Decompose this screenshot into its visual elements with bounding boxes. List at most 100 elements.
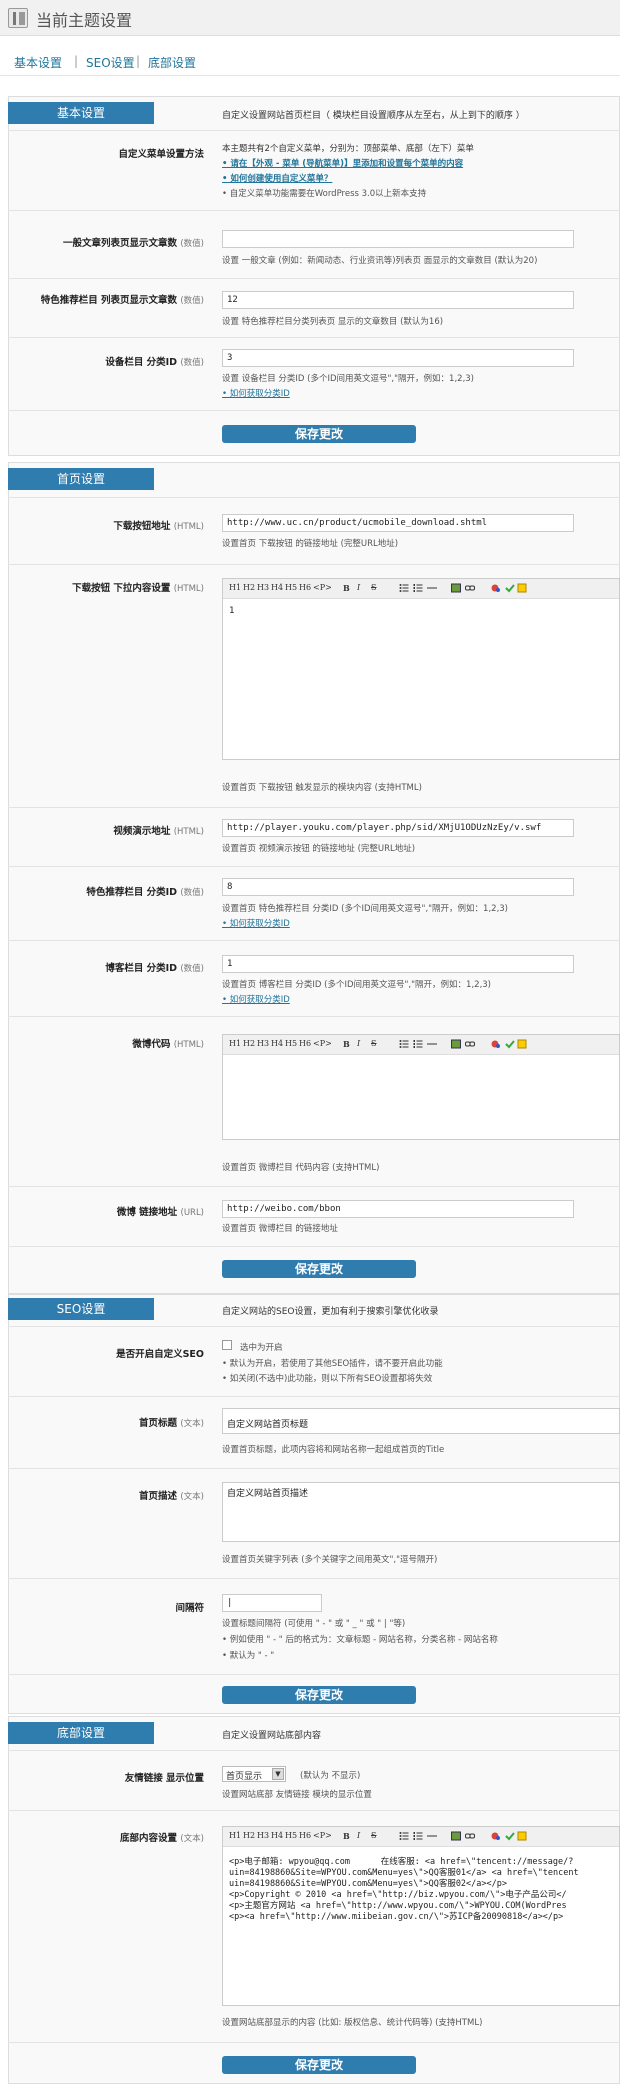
- strikethrough-button[interactable]: S: [371, 1831, 376, 1840]
- weibo-code-editor[interactable]: H1 H2 H3 H4 H5 H6 <P> B I S: [222, 1034, 620, 1140]
- h5-button[interactable]: H5: [285, 1039, 297, 1048]
- device-cat-input[interactable]: 3: [222, 349, 574, 367]
- footer-content-text[interactable]: <p>电子邮箱: wpyou@qq.com 在线客服: <a href=\"te…: [223, 1847, 619, 1929]
- horizontal-rule-icon[interactable]: [427, 583, 437, 593]
- h6-button[interactable]: H6: [299, 1831, 311, 1840]
- h4-button[interactable]: H4: [271, 1831, 283, 1840]
- paragraph-button[interactable]: <P>: [313, 1039, 332, 1048]
- seo-enable-checkbox[interactable]: [222, 1340, 232, 1350]
- download-url-input[interactable]: http://www.uc.cn/product/ucmobile_downlo…: [222, 514, 574, 532]
- nav-basic[interactable]: 基本设置: [14, 54, 62, 71]
- plugin-icon[interactable]: [517, 583, 527, 593]
- h3-button[interactable]: H3: [257, 1831, 269, 1840]
- format-icon[interactable]: [491, 583, 501, 593]
- footer-content-editor[interactable]: H1 H2 H3 H4 H5 H6 <P> B I S <p>电子邮箱: wpy…: [222, 1826, 620, 2006]
- nav-footer[interactable]: 底部设置: [148, 54, 196, 71]
- divider: [8, 278, 620, 279]
- format-icon[interactable]: [491, 1831, 501, 1841]
- get-cat-id-link[interactable]: • 如何获取分类ID: [222, 917, 290, 929]
- numbered-list-icon[interactable]: [413, 1831, 423, 1841]
- get-cat-id-link[interactable]: • 如何获取分类ID: [222, 387, 290, 399]
- spellcheck-icon[interactable]: [505, 1831, 515, 1841]
- save-button[interactable]: 保存更改: [222, 1260, 416, 1278]
- h1-button[interactable]: H1: [229, 1831, 241, 1840]
- divider: [8, 1674, 620, 1675]
- separator-input[interactable]: |: [222, 1594, 322, 1612]
- divider: [8, 866, 620, 867]
- blog-cat-input[interactable]: 1: [222, 955, 574, 973]
- video-url-input[interactable]: http://player.youku.com/player.php/sid/X…: [222, 819, 574, 837]
- device-cat-label: 设备栏目 分类ID (数值): [105, 357, 204, 368]
- weibo-code-content[interactable]: [223, 1055, 619, 1067]
- strikethrough-button[interactable]: S: [371, 583, 376, 592]
- home-title-input[interactable]: 自定义网站首页标题: [222, 1408, 620, 1434]
- featured-cat-hint: 设置首页 特色推荐栏目 分类ID (多个ID间用英文逗号","隔开，例如：1,2…: [222, 904, 508, 914]
- download-menu-editor[interactable]: H1 H2 H3 H4 H5 H6 <P> B I S 1: [222, 578, 620, 760]
- italic-button[interactable]: I: [357, 583, 360, 592]
- link-icon[interactable]: [465, 1039, 475, 1049]
- get-cat-id-link[interactable]: • 如何获取分类ID: [222, 993, 290, 1005]
- numbered-list-icon[interactable]: [413, 1039, 423, 1049]
- h5-button[interactable]: H5: [285, 583, 297, 592]
- h6-button[interactable]: H6: [299, 1039, 311, 1048]
- strikethrough-button[interactable]: S: [371, 1039, 376, 1048]
- h6-button[interactable]: H6: [299, 583, 311, 592]
- menu-create-link[interactable]: • 如何创建使用自定义菜单？: [222, 172, 332, 184]
- seo-enable-hint: • 默认为开启，若使用了其他SEO插件，请不要开启此功能: [222, 1359, 443, 1369]
- bullet-list-icon[interactable]: [399, 1831, 409, 1841]
- bullet-list-icon[interactable]: [399, 1039, 409, 1049]
- divider: [8, 410, 620, 411]
- plugin-icon[interactable]: [517, 1831, 527, 1841]
- menu-setup-link[interactable]: • 请在【外观 - 菜单 (导航菜单)】里添加和设置每个菜单的内容: [222, 157, 463, 169]
- paragraph-button[interactable]: <P>: [313, 583, 332, 592]
- blog-cat-hint: 设置首页 博客栏目 分类ID (多个ID间用英文逗号","隔开，例如：1,2,3…: [222, 980, 491, 990]
- save-button[interactable]: 保存更改: [222, 425, 416, 443]
- h4-button[interactable]: H4: [271, 583, 283, 592]
- spellcheck-icon[interactable]: [505, 1039, 515, 1049]
- image-icon[interactable]: [451, 583, 461, 593]
- h3-button[interactable]: H3: [257, 583, 269, 592]
- page-header: 当前主题设置: [0, 0, 620, 36]
- featured-cat-input[interactable]: 8: [222, 878, 574, 896]
- bold-button[interactable]: B: [343, 583, 350, 593]
- post-count-label: 一般文章列表页显示文章数 (数值): [63, 238, 204, 249]
- nav-seo[interactable]: SEO设置: [86, 54, 135, 71]
- weibo-url-input[interactable]: http://weibo.com/bbon: [222, 1200, 574, 1218]
- bold-button[interactable]: B: [343, 1831, 350, 1841]
- bold-button[interactable]: B: [343, 1039, 350, 1049]
- featured-count-input[interactable]: 12: [222, 291, 574, 309]
- nav-separator: |: [74, 54, 79, 68]
- h1-button[interactable]: H1: [229, 583, 241, 592]
- link-icon[interactable]: [465, 583, 475, 593]
- italic-button[interactable]: I: [357, 1831, 360, 1840]
- h4-button[interactable]: H4: [271, 1039, 283, 1048]
- video-url-label: 视频演示地址 (HTML): [113, 826, 204, 837]
- h2-button[interactable]: H2: [243, 1039, 255, 1048]
- format-icon[interactable]: [491, 1039, 501, 1049]
- link-icon[interactable]: [465, 1831, 475, 1841]
- image-icon[interactable]: [451, 1039, 461, 1049]
- friend-links-select[interactable]: 首页显示 ▼: [222, 1766, 286, 1782]
- spellcheck-icon[interactable]: [505, 583, 515, 593]
- image-icon[interactable]: [451, 1831, 461, 1841]
- plugin-icon[interactable]: [517, 1039, 527, 1049]
- footer-content-line: <p>主题官方网站 <a href=\"http://www.wpyou.com…: [229, 1901, 567, 1911]
- horizontal-rule-icon[interactable]: [427, 1831, 437, 1841]
- post-count-input[interactable]: [222, 230, 574, 248]
- italic-button[interactable]: I: [357, 1039, 360, 1048]
- download-menu-content[interactable]: 1: [223, 599, 619, 623]
- bullet-list-icon[interactable]: [399, 583, 409, 593]
- h2-button[interactable]: H2: [243, 1831, 255, 1840]
- h2-button[interactable]: H2: [243, 583, 255, 592]
- paragraph-button[interactable]: <P>: [313, 1831, 332, 1840]
- h5-button[interactable]: H5: [285, 1831, 297, 1840]
- h1-button[interactable]: H1: [229, 1039, 241, 1048]
- home-desc-textarea[interactable]: 自定义网站首页描述: [222, 1482, 620, 1542]
- divider: [8, 1016, 620, 1017]
- download-url-label: 下载按钮地址 (HTML): [113, 521, 204, 532]
- horizontal-rule-icon[interactable]: [427, 1039, 437, 1049]
- numbered-list-icon[interactable]: [413, 583, 423, 593]
- h3-button[interactable]: H3: [257, 1039, 269, 1048]
- save-button[interactable]: 保存更改: [222, 1686, 416, 1704]
- save-button[interactable]: 保存更改: [222, 2056, 416, 2074]
